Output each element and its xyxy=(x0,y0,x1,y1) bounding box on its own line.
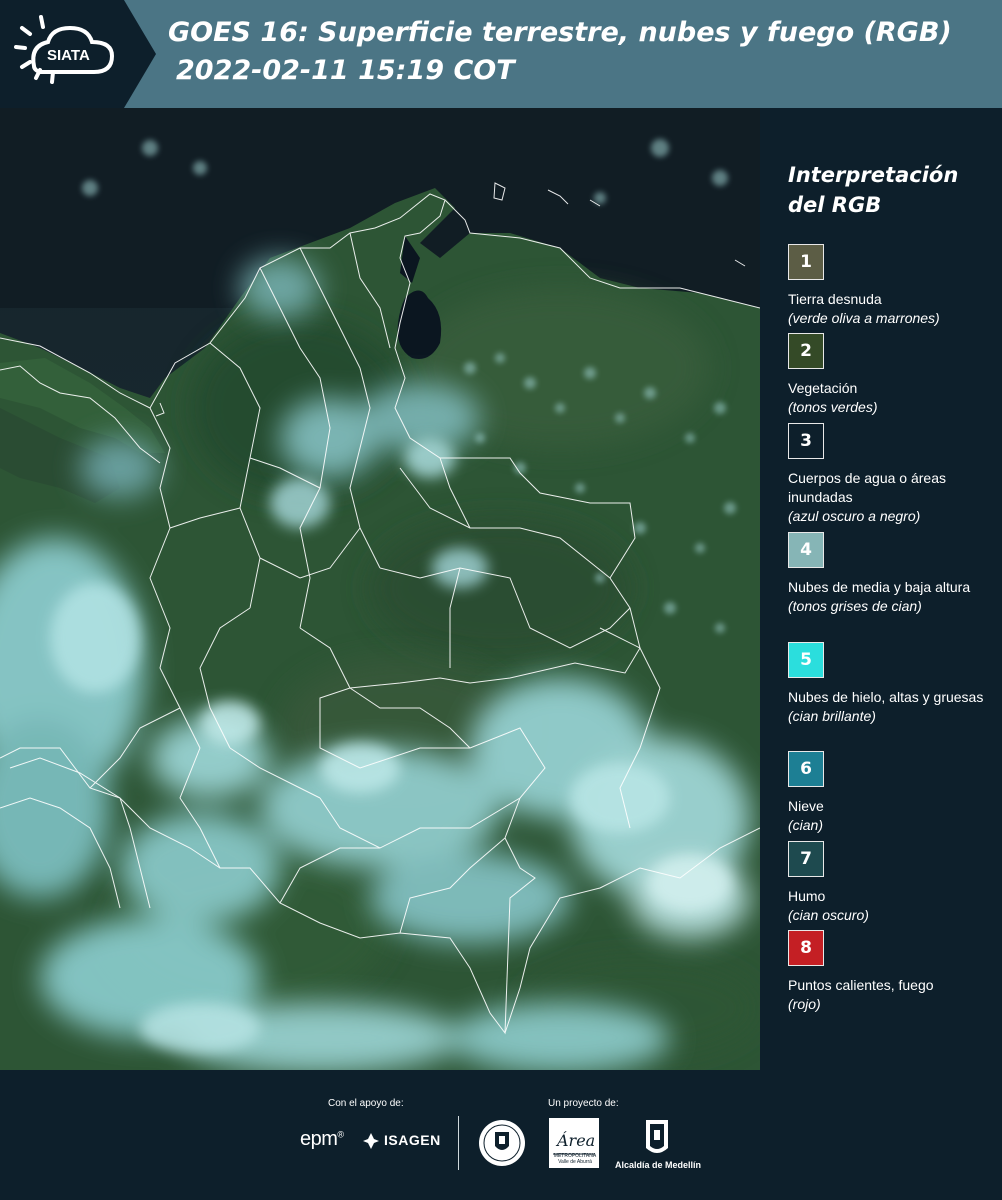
metro-script: Área xyxy=(555,1130,595,1150)
satellite-map[interactable] xyxy=(0,108,760,1070)
legend-item-fire: 8 Puntos calientes, fuego (rojo) xyxy=(788,930,998,1014)
epm-logo[interactable]: epm® xyxy=(300,1128,344,1151)
legend-item-low-clouds: 4 Nubes de media y baja altura (tonos gr… xyxy=(788,532,998,616)
legend-note: (cian brillante) xyxy=(788,708,876,724)
legend-note: (azul oscuro a negro) xyxy=(788,508,921,524)
legend-note: (tonos verdes) xyxy=(788,399,878,415)
legend-swatch: 2 xyxy=(788,333,824,369)
legend-title: Interpretación del RGB xyxy=(788,160,958,220)
legend-item-vegetation: 2 Vegetación (tonos verdes) xyxy=(788,333,998,417)
alcaldia-label: Alcaldía de Medellín xyxy=(614,1160,702,1170)
title-line-1: GOES 16: Superficie terrestre, nubes y f… xyxy=(168,17,952,48)
satellite-image xyxy=(0,108,760,1070)
legend-swatch: 4 xyxy=(788,532,824,568)
legend-label: Humo xyxy=(788,888,826,904)
legend-swatch: 7 xyxy=(788,841,824,877)
legend-title-line-2: del RGB xyxy=(788,193,882,217)
legend-title-line-1: Interpretación xyxy=(788,163,959,187)
legend-note: (cian oscuro) xyxy=(788,907,869,923)
legend-label: Tierra desnuda xyxy=(788,291,882,307)
legend-item-bare-soil: 1 Tierra desnuda (verde oliva a marrones… xyxy=(788,244,998,328)
epm-mark: ® xyxy=(337,1129,344,1140)
legend-swatch: 3 xyxy=(788,423,824,459)
support-caption: Con el apoyo de: xyxy=(328,1098,404,1109)
isagen-icon xyxy=(363,1133,379,1149)
legend-swatch: 1 xyxy=(788,244,824,280)
project-caption: Un proyecto de: xyxy=(548,1098,619,1109)
legend-label: Nubes de hielo, altas y gruesas xyxy=(788,689,984,705)
title-line-2: 2022-02-11 15:19 COT xyxy=(176,55,515,86)
isagen-logo[interactable]: ISAGEN xyxy=(384,1132,441,1148)
legend-label: Vegetación xyxy=(788,380,858,396)
legend-swatch: 5 xyxy=(788,642,824,678)
legend-note: (verde oliva a marrones) xyxy=(788,310,940,326)
footer-divider xyxy=(458,1116,459,1170)
legend-item-snow: 6 Nieve (cian) xyxy=(788,751,998,835)
siata-logo[interactable]: SIATA xyxy=(0,0,156,108)
epm-text: epm xyxy=(300,1128,338,1150)
legend-swatch: 8 xyxy=(788,930,824,966)
header-bar: SIATA GOES 16: Superficie terrestre, nub… xyxy=(0,0,1002,108)
product-frame: SIATA GOES 16: Superficie terrestre, nub… xyxy=(0,0,1002,1200)
legend-label: Puntos calientes, fuego xyxy=(788,977,934,993)
rgb-legend: Interpretación del RGB 1 Tierra desnuda … xyxy=(760,108,1002,1070)
legend-note: (cian) xyxy=(788,817,824,833)
seal-icon[interactable] xyxy=(477,1118,527,1168)
legend-swatch: 6 xyxy=(788,751,824,787)
siata-logo-icon: SIATA xyxy=(0,0,156,108)
legend-item-smoke: 7 Humo (cian oscuro) xyxy=(788,841,998,925)
legend-label: Nubes de media y baja altura xyxy=(788,579,971,595)
legend-note: (tonos grises de cian) xyxy=(788,598,922,614)
footer: Con el apoyo de: Un proyecto de: epm® IS… xyxy=(0,1070,1002,1200)
legend-item-water: 3 Cuerpos de agua o áreas inundadas (azu… xyxy=(788,423,998,526)
legend-label: Nieve xyxy=(788,798,824,814)
page-title: GOES 16: Superficie terrestre, nubes y f… xyxy=(168,14,998,90)
legend-note: (rojo) xyxy=(788,996,821,1012)
legend-item-ice-clouds: 5 Nubes de hielo, altas y gruesas (cian … xyxy=(788,642,998,726)
metro-label: METROPOLITANA Valle de Aburrá xyxy=(553,1153,597,1165)
logo-text: SIATA xyxy=(47,47,90,64)
legend-label: Cuerpos de agua o áreas inundadas xyxy=(788,470,946,505)
